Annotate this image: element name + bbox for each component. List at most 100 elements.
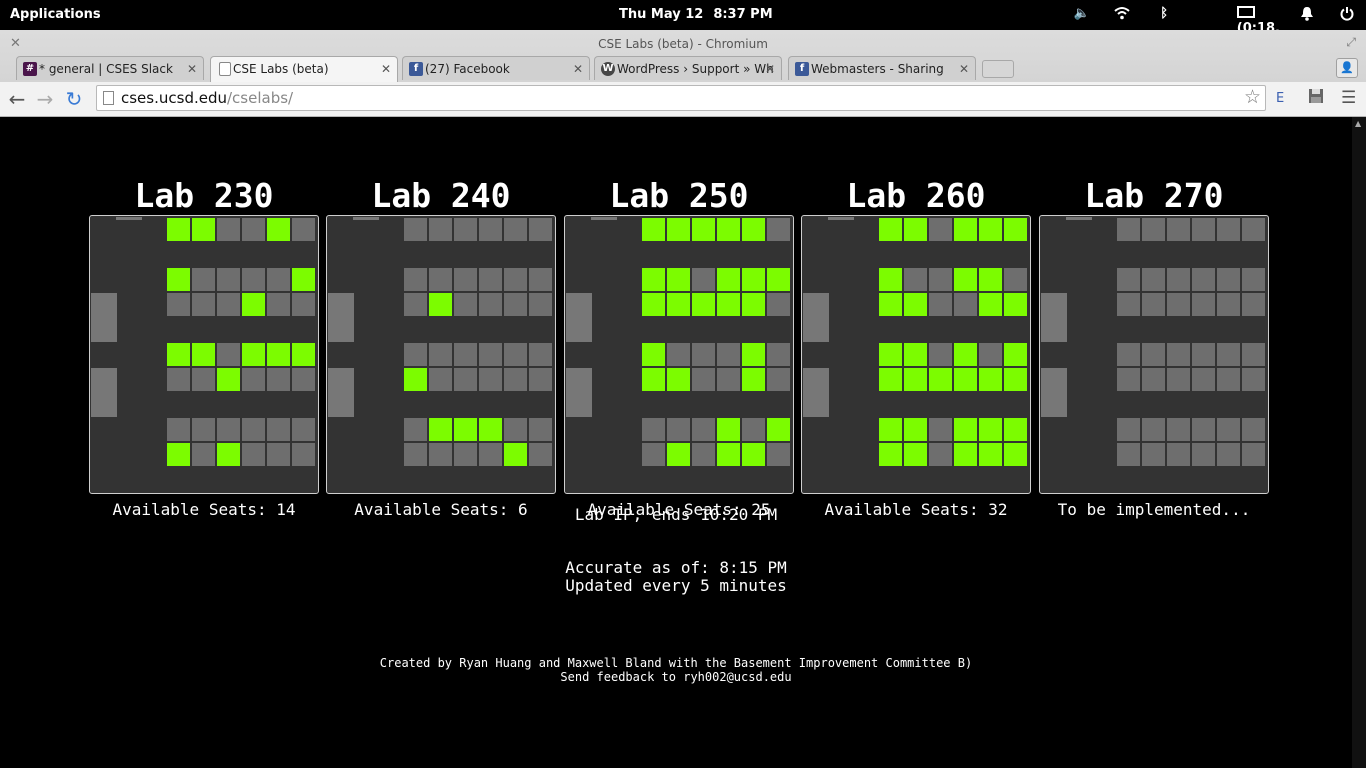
forward-button[interactable]: → — [34, 87, 56, 111]
seat-occupied — [217, 218, 240, 241]
seat-occupied — [504, 268, 527, 291]
seat-available — [742, 368, 765, 391]
address-bar[interactable]: cses.ucsd.edu/cselabs/ ☆ — [96, 85, 1266, 111]
seat-occupied — [929, 218, 952, 241]
seat-occupied — [242, 443, 265, 466]
reload-button[interactable]: ↻ — [63, 87, 85, 111]
tab-close-icon[interactable]: ✕ — [959, 57, 969, 80]
tab-slack[interactable]: # * general | CSES Slack ✕ — [16, 56, 204, 80]
tab-close-icon[interactable]: ✕ — [573, 57, 583, 80]
seat-occupied — [1242, 268, 1265, 291]
seat-occupied — [404, 218, 427, 241]
seat-occupied — [404, 418, 427, 441]
seat-occupied — [692, 368, 715, 391]
lab-title: Lab 250 — [609, 176, 749, 215]
clock[interactable]: Thu May 12 8:37 PM — [619, 7, 773, 22]
seat-occupied — [1242, 418, 1265, 441]
lab-seat-map — [326, 215, 556, 494]
seat-available — [192, 343, 215, 366]
seat-occupied — [767, 443, 790, 466]
seat-occupied — [1242, 293, 1265, 316]
tab-close-icon[interactable]: ✕ — [765, 57, 775, 80]
seat-occupied — [692, 343, 715, 366]
seat-occupied — [767, 343, 790, 366]
seat-occupied — [404, 268, 427, 291]
save-icon[interactable] — [1308, 88, 1324, 109]
seat-occupied — [167, 368, 190, 391]
seat-available — [742, 343, 765, 366]
applications-menu[interactable]: Applications — [10, 7, 101, 22]
lab-screen-marker — [591, 217, 617, 220]
tab-webmasters[interactable]: f Webmasters - Sharing ✕ — [788, 56, 976, 80]
seat-occupied — [529, 443, 552, 466]
seat-available — [717, 268, 740, 291]
seat-available — [879, 343, 902, 366]
new-tab-button[interactable] — [982, 60, 1014, 78]
menu-icon[interactable]: ☰ — [1341, 88, 1356, 108]
seat-occupied — [504, 218, 527, 241]
seat-available — [717, 218, 740, 241]
tab-close-icon[interactable]: ✕ — [381, 57, 391, 81]
seat-occupied — [267, 368, 290, 391]
seat-occupied — [404, 293, 427, 316]
lab-door — [1041, 293, 1067, 342]
window-maximize-icon[interactable]: ⤢ — [1346, 35, 1356, 50]
seat-occupied — [454, 368, 477, 391]
seat-available — [954, 418, 977, 441]
seat-available — [642, 268, 665, 291]
seat-occupied — [504, 418, 527, 441]
notification-bell-icon[interactable] — [1300, 6, 1314, 25]
seat-available — [979, 268, 1002, 291]
extension-icon[interactable]: E — [1276, 91, 1284, 106]
seat-occupied — [504, 293, 527, 316]
bluetooth-icon[interactable]: ᛒ — [1160, 6, 1168, 21]
tab-cse-labs[interactable]: CSE Labs (beta) ✕ — [210, 56, 398, 82]
tab-label: (27) Facebook — [425, 62, 510, 76]
facebook-icon: f — [409, 62, 423, 76]
facebook-icon: f — [795, 62, 809, 76]
window-close-icon[interactable]: ✕ — [10, 36, 21, 51]
bookmark-star-icon[interactable]: ☆ — [1244, 86, 1261, 108]
tab-strip: # * general | CSES Slack ✕ CSE Labs (bet… — [0, 56, 1366, 82]
seat-occupied — [217, 343, 240, 366]
seat-occupied — [429, 368, 452, 391]
profile-icon[interactable]: 👤 — [1336, 58, 1358, 78]
tab-close-icon[interactable]: ✕ — [187, 57, 197, 80]
clock-time: 8:37 PM — [713, 7, 773, 22]
seat-available — [979, 293, 1002, 316]
seat-available — [667, 293, 690, 316]
seat-available — [742, 443, 765, 466]
seat-occupied — [1192, 343, 1215, 366]
power-icon[interactable] — [1340, 6, 1354, 25]
lab-door — [328, 368, 354, 417]
seat-available — [217, 443, 240, 466]
seat-occupied — [404, 443, 427, 466]
seat-occupied — [692, 418, 715, 441]
tab-wordpress[interactable]: W WordPress › Support » Wh ✕ — [594, 56, 782, 80]
scrollbar[interactable]: ▲ — [1352, 117, 1366, 768]
seat-occupied — [717, 343, 740, 366]
seat-occupied — [1142, 218, 1165, 241]
seat-occupied — [167, 293, 190, 316]
seat-occupied — [529, 268, 552, 291]
lab-title: Lab 260 — [846, 176, 986, 215]
wifi-icon[interactable] — [1114, 6, 1130, 24]
web-page: Lab 230 Available Seats: 14 Lab 240 Availab… — [0, 117, 1352, 768]
seat-occupied — [529, 218, 552, 241]
seat-occupied — [1192, 218, 1215, 241]
seat-occupied — [479, 293, 502, 316]
seat-occupied — [479, 368, 502, 391]
accurate-as-of: Accurate as of: 8:15 PM — [565, 558, 787, 577]
seat-occupied — [529, 343, 552, 366]
back-button[interactable]: ← — [6, 87, 28, 111]
lab-door — [566, 368, 592, 417]
seat-occupied — [1167, 293, 1190, 316]
seat-available — [642, 293, 665, 316]
tab-facebook[interactable]: f (27) Facebook ✕ — [402, 56, 590, 80]
seat-occupied — [1167, 343, 1190, 366]
lab-title: Lab 230 — [134, 176, 274, 215]
scroll-up-icon[interactable]: ▲ — [1355, 119, 1361, 128]
seat-available — [479, 418, 502, 441]
seat-occupied — [767, 293, 790, 316]
volume-icon[interactable]: 🔈 — [1074, 6, 1090, 21]
